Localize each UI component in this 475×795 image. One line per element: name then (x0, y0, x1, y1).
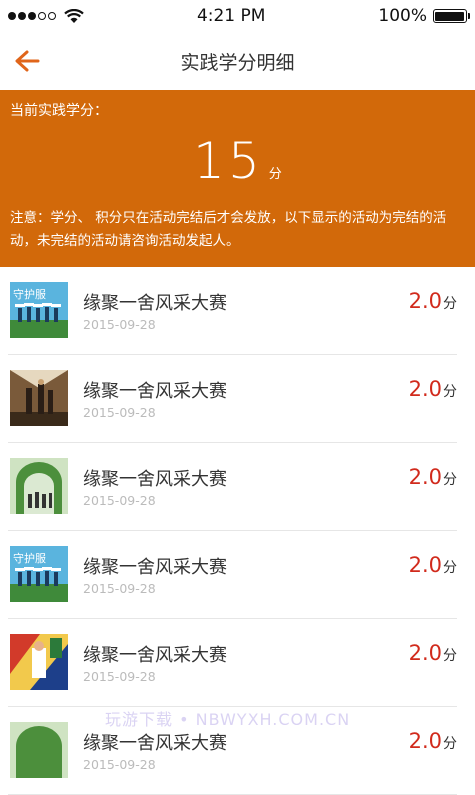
status-time: 4:21 PM (196, 6, 266, 26)
activity-title: 缘聚一舍风采大赛 (83, 645, 227, 666)
score-value: 2.0 (408, 729, 442, 753)
back-arrow-icon (15, 50, 40, 72)
activity-score: 2.0分 (409, 289, 457, 313)
list-item[interactable]: 缘聚一舍风采大赛 2015-09-28 2.0分 (8, 619, 457, 707)
activity-score: 2.0分 (409, 465, 457, 489)
activity-thumbnail: 守护服 (10, 546, 68, 602)
activity-score: 2.0分 (409, 641, 457, 665)
activity-title: 缘聚一舍风采大赛 (83, 733, 227, 754)
activity-date: 2015-09-28 (83, 493, 156, 508)
score-value: 2.0 (408, 289, 442, 313)
wifi-icon (64, 8, 84, 23)
list-item[interactable]: 缘聚一舍风采大赛 2015-09-28 2.0分 (8, 443, 457, 531)
battery-icon (432, 9, 470, 23)
activity-title: 缘聚一舍风采大赛 (83, 293, 227, 314)
score-value: 2.0 (408, 465, 442, 489)
nav-bar: 实践学分明细 (0, 32, 475, 90)
activity-thumbnail (10, 634, 68, 690)
current-credit-label: 当前实践学分： (10, 103, 108, 119)
score-unit: 分 (443, 560, 457, 576)
score-value: 2.0 (408, 641, 442, 665)
score-value: 2.0 (408, 377, 442, 401)
credit-unit: 分 (268, 167, 282, 182)
score-unit: 分 (443, 384, 457, 400)
activity-date: 2015-09-28 (83, 581, 156, 596)
activity-thumbnail (10, 458, 68, 514)
signal-area (8, 8, 84, 24)
activity-thumbnail (10, 370, 68, 426)
thumb-caption: 守护服 (13, 287, 46, 301)
signal-strength-icon (8, 12, 56, 20)
score-unit: 分 (443, 296, 457, 312)
activity-score: 2.0分 (409, 729, 457, 753)
score-value: 2.0 (408, 553, 442, 577)
activity-list: 守护服 缘聚一舍风采大赛 2015-09-28 2.0分 缘聚一舍风采大赛 20… (0, 267, 475, 795)
score-unit: 分 (443, 648, 457, 664)
activity-thumbnail (10, 722, 68, 778)
battery-percent: 100% (378, 6, 427, 26)
score-unit: 分 (443, 736, 457, 752)
thumb-caption: 守护服 (13, 551, 46, 565)
activity-thumbnail: 守护服 (10, 282, 68, 338)
page-title: 实践学分明细 (180, 51, 295, 74)
activity-score: 2.0分 (409, 553, 457, 577)
list-item[interactable]: 守护服 缘聚一舍风采大赛 2015-09-28 2.0分 (8, 531, 457, 619)
back-button[interactable] (12, 46, 44, 76)
list-item[interactable]: 缘聚一舍风采大赛 2015-09-28 2.0分 (8, 707, 457, 795)
credit-value: 15 (193, 132, 263, 190)
activity-date: 2015-09-28 (83, 317, 156, 332)
activity-date: 2015-09-28 (83, 757, 156, 772)
list-item[interactable]: 守护服 缘聚一舍风采大赛 2015-09-28 2.0分 (8, 267, 457, 355)
activity-title: 缘聚一舍风采大赛 (83, 381, 227, 402)
list-item[interactable]: 缘聚一舍风采大赛 2015-09-28 2.0分 (8, 355, 457, 443)
activity-date: 2015-09-28 (83, 405, 156, 420)
credit-value-wrap: 15 分 (0, 132, 475, 190)
activity-title: 缘聚一舍风采大赛 (83, 469, 227, 490)
status-bar: 4:21 PM 100% (0, 0, 475, 32)
activity-date: 2015-09-28 (83, 669, 156, 684)
credit-summary-panel: 当前实践学分： 15 分 注意：学分、 积分只在活动完结后才会发放，以下显示的活动… (0, 90, 475, 267)
credit-note: 注意：学分、 积分只在活动完结后才会发放，以下显示的活动为完结的活动，未完结的活… (10, 210, 447, 249)
activity-title: 缘聚一舍风采大赛 (83, 557, 227, 578)
score-unit: 分 (443, 472, 457, 488)
activity-score: 2.0分 (409, 377, 457, 401)
